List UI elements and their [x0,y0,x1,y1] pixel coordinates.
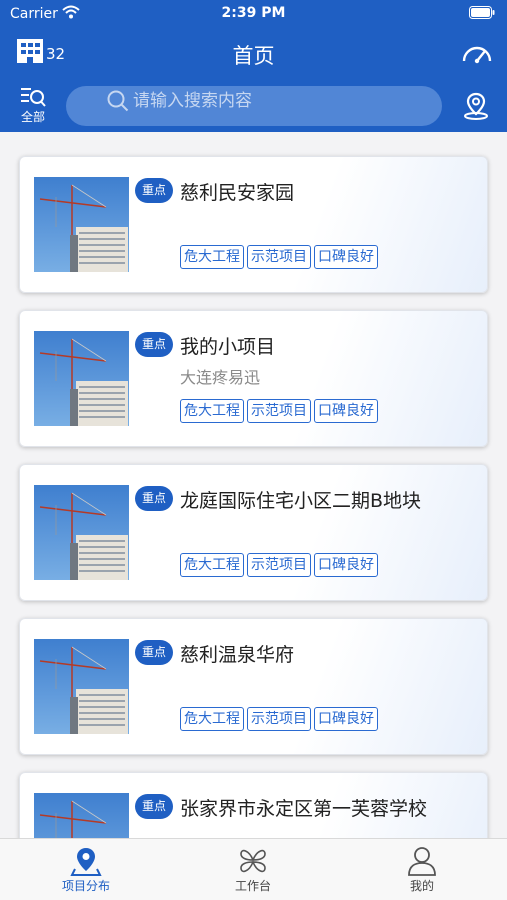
key-project-badge: 重点 [135,794,174,819]
project-title: 慈利温泉华府 [180,644,295,666]
tab-label: 我的 [409,879,434,893]
project-photo [34,485,129,580]
tag-list: 危大工程 示范项目 口碑良好 [180,553,381,577]
location-pin-icon [70,848,102,876]
app-header: Carrier 2:39 PM 32 首页 全部 请输入搜索内容 [0,0,507,132]
project-photo [34,331,129,426]
battery-icon [469,6,495,19]
tag-list: 危大工程 示范项目 口碑良好 [180,707,381,731]
tab-label: 项目分布 [61,879,110,893]
project-subtitle: 大连疼易迅 [180,368,261,387]
project-tag: 示范项目 [247,707,311,731]
project-tag: 危大工程 [180,245,244,269]
filter-label: 全部 [20,110,45,124]
search-row: 全部 [0,80,507,132]
key-project-badge: 重点 [135,178,174,203]
tag-list: 危大工程 示范项目 口碑良好 [180,245,381,269]
status-time: 2:39 PM [221,5,286,21]
page-title: 首页 [232,44,275,68]
project-tag: 口碑良好 [314,553,378,577]
project-tag: 危大工程 [180,399,244,423]
key-project-badge: 重点 [135,640,174,665]
project-title: 张家界市永定区第一芙蓉学校 [180,798,428,820]
tab-label: 工作台 [234,879,271,893]
project-card[interactable]: 重点 龙庭国际住宅小区二期B地块 危大工程 示范项目 口碑良好 [19,464,488,601]
project-tag: 示范项目 [247,553,311,577]
tab-mine[interactable]: 我的 [372,845,472,897]
filter-button[interactable]: 全部 [12,84,54,128]
project-tag: 口碑良好 [314,399,378,423]
workbench-icon [240,849,266,873]
project-tag: 口碑良好 [314,245,378,269]
search-input[interactable] [133,89,353,113]
location-pin-icon[interactable] [463,92,489,120]
nav-bar: 32 首页 [0,28,507,80]
filter-list-icon [21,88,46,107]
project-tag: 危大工程 [180,553,244,577]
tag-list: 危大工程 示范项目 口碑良好 [180,399,381,423]
person-icon [408,847,436,876]
project-photo [34,793,129,838]
status-bar: Carrier 2:39 PM [0,0,507,28]
project-list: 重点 慈利民安家园 危大工程 示范项目 口碑良好 重点 我的小项目 大连疼易迅 危大工程 示范项目… [0,132,507,838]
tab-workbench[interactable]: 工作台 [203,845,303,897]
project-tag: 口碑良好 [314,707,378,731]
project-card[interactable]: 重点 慈利温泉华府 危大工程 示范项目 口碑良好 [19,618,488,755]
tab-bar: 项目分布 工作台 我的 [0,838,507,900]
tab-project-distribution[interactable]: 项目分布 [36,845,136,897]
project-card[interactable]: 重点 张家界市永定区第一芙蓉学校 [19,772,488,838]
project-title: 慈利民安家园 [180,182,295,204]
project-photo [34,639,129,734]
project-tag: 示范项目 [247,399,311,423]
project-tag: 示范项目 [247,245,311,269]
project-card[interactable]: 重点 慈利民安家园 危大工程 示范项目 口碑良好 [19,156,488,293]
project-card[interactable]: 重点 我的小项目大连疼易迅危大工程 示范项目 口碑良好 [19,310,488,447]
project-tag: 危大工程 [180,707,244,731]
key-project-badge: 重点 [135,486,174,511]
project-photo [34,177,129,272]
key-project-badge: 重点 [135,332,174,357]
project-title: 龙庭国际住宅小区二期B地块 [180,490,422,512]
speedometer-icon[interactable] [461,39,493,65]
project-title: 我的小项目 [180,336,276,358]
search-icon [107,90,129,112]
